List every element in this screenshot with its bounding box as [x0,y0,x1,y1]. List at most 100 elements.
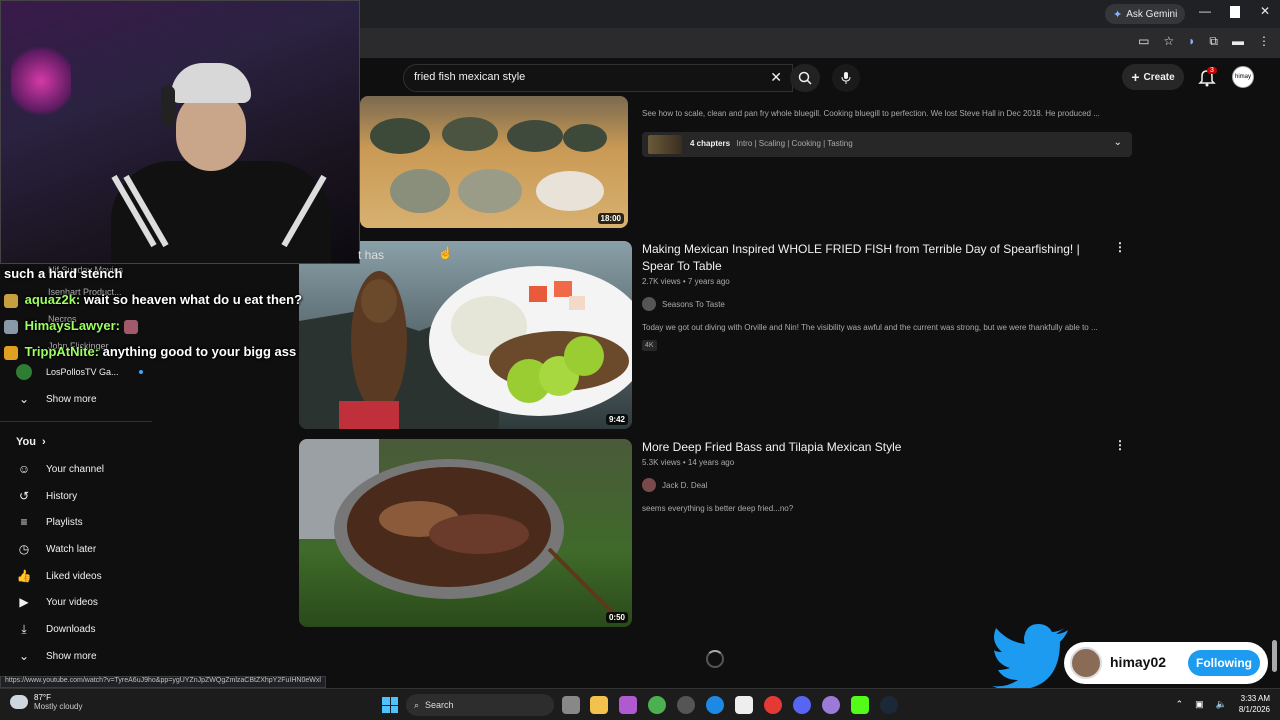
clock-icon: ◷ [18,542,30,556]
ask-gemini-button[interactable]: ✦ Ask Gemini [1105,4,1186,24]
temperature: 87°F [34,693,51,702]
twitter-handle: himay02 [1110,654,1167,670]
channel-icon: ☺ [17,462,31,476]
app-icon[interactable] [822,696,840,714]
cast-icon[interactable]: ▭ [1138,34,1149,49]
search-button[interactable] [790,64,820,92]
channel-link[interactable]: Seasons To Taste [642,297,725,311]
chevron-down-icon: ⌄ [18,392,30,406]
video-duration: 18:00 [597,213,624,224]
copilot-icon[interactable] [619,696,637,714]
create-button[interactable]: + Create [1122,64,1184,90]
taskbar-search[interactable]: ⌕ Search [406,694,554,716]
sidebar-item-label: History [46,490,78,502]
more-actions-icon[interactable]: ⋮ [1114,240,1126,254]
clock[interactable]: 3:33 AM 8/1/2026 [1239,693,1270,715]
time: 3:33 AM [1240,694,1270,703]
search-box[interactable]: fried fish mexican style ✕ [403,64,793,92]
network-icon[interactable]: ▣ [1195,699,1204,710]
sidebar-item-label: Watch later [46,543,97,555]
video-thumbnail[interactable]: 0:50 [299,439,632,627]
extension-audio-icon[interactable]: ◗ [1188,34,1195,49]
more-actions-icon[interactable]: ⋮ [1114,438,1126,452]
chrome-icon[interactable] [648,696,666,714]
channel-link[interactable]: Jack D. Deal [642,478,707,492]
chapter-thumbnail [648,135,682,154]
obs-icon[interactable] [677,696,695,714]
chapters-text: 4 chapters Intro | Scaling | Cooking | T… [690,139,853,148]
cloud-icon [10,695,28,709]
page-scrollbar[interactable] [1272,640,1277,672]
chat-emote-icon [123,319,138,334]
chat-message: TrippAtNite: anything good to your bigg … [4,344,296,360]
video-description: See how to scale, clean and pan fry whol… [642,109,1100,118]
video-title[interactable]: Making Mexican Inspired WHOLE FRIED FISH… [642,241,1102,275]
search-input[interactable]: fried fish mexican style [414,71,525,83]
date: 8/1/2026 [1238,705,1270,714]
account-avatar[interactable]: himay [1232,66,1254,88]
clear-search-icon[interactable]: ✕ [770,69,782,86]
show-more-label: Show more [46,650,97,662]
channel-name: Seasons To Taste [662,299,725,309]
windows-start-icon[interactable] [382,697,398,713]
sidebar-item-label: Your videos [46,596,98,608]
sidebar-item-label: Playlists [46,516,83,528]
menu-icon[interactable]: ⋮ [1258,34,1270,49]
close-window-icon[interactable]: ✕ [1260,4,1270,18]
video-title[interactable]: More Deep Fried Bass and Tilapia Mexican… [642,439,901,456]
chevron-down-icon: ⌄ [1113,137,1122,148]
sidebar-item-watch-later[interactable]: ◷ Watch later [16,537,96,561]
file-explorer-icon[interactable] [590,696,608,714]
chat-text: anything good to your bigg ass [102,344,297,359]
sidebar-item-liked-videos[interactable]: 👍 Liked videos [16,564,102,588]
steam-icon[interactable] [880,696,898,714]
sidebar-item-playlists[interactable]: ≡ Playlists [16,510,83,534]
you-section-header[interactable]: You › [16,430,46,454]
minimize-icon[interactable]: — [1199,4,1211,18]
play-icon: ▶ [19,595,29,609]
show-more-subscriptions-button[interactable]: ⌄ Show more [16,387,97,411]
video-title-line: More Deep Fried Bass and Tilapia Mexican… [642,440,902,454]
sidebar-item-label: Downloads [46,623,96,635]
streamer-face [176,91,246,171]
speaker-icon[interactable]: 🔈 [1216,699,1227,710]
download-icon: ⤓ [21,621,27,636]
weather-widget[interactable]: 87°F Mostly cloudy [10,693,82,711]
thumbnail-overlay-text: t has [358,248,385,262]
sidebar-item-history[interactable]: ↺ History [16,484,77,508]
video-description: seems everything is better deep fried...… [642,504,794,513]
sidebar-divider [0,421,152,422]
music-app-icon[interactable] [764,696,782,714]
store-icon[interactable] [735,696,753,714]
following-button[interactable]: Following [1188,650,1260,676]
sidebar-item-downloads[interactable]: ⤓ Downloads [16,617,95,641]
voice-search-button[interactable] [832,64,860,92]
chapters-expander[interactable]: 4 chapters Intro | Scaling | Cooking | T… [642,132,1132,157]
chat-text: such a hard stench [4,266,123,281]
video-thumbnail[interactable]: 9:42 [299,241,632,429]
profile-icon[interactable]: ▬ [1232,34,1244,49]
sidebar-item-your-videos[interactable]: ▶ Your videos [16,590,98,614]
plus-icon: + [1131,69,1140,85]
windows-taskbar: 87°F Mostly cloudy ⌕ Search ⌃ ▣ 🔈 3:33 A… [0,688,1280,720]
video-thumbnail[interactable]: 18:00 [360,96,628,228]
chevron-up-icon[interactable]: ⌃ [1176,699,1184,710]
discord-icon[interactable] [793,696,811,714]
thumbs-up-icon: 👍 [16,569,32,583]
loading-spinner [706,650,724,668]
sidebar-item-label: Liked videos [46,570,102,582]
chat-badge-icon [4,345,18,360]
chat-username: TrippAtNite: [24,344,100,359]
sidebar-subscription-item[interactable]: LosPollosTV Ga... [16,360,143,384]
edge-icon[interactable] [706,696,724,714]
sidebar-item-your-channel[interactable]: ☺ Your channel [16,457,104,481]
kick-icon[interactable] [851,696,869,714]
twitter-follow-widget: himay02 Following [1064,642,1268,684]
maximize-icon[interactable] [1230,6,1240,18]
extensions-icon[interactable]: ⧉ [1209,34,1218,49]
microphone-icon [841,72,851,84]
show-more-you-button[interactable]: ⌄ Show more [16,644,97,668]
task-view-icon[interactable] [562,696,580,714]
bookmark-star-icon[interactable]: ☆ [1163,34,1174,49]
deep-fryer-image [299,439,621,621]
